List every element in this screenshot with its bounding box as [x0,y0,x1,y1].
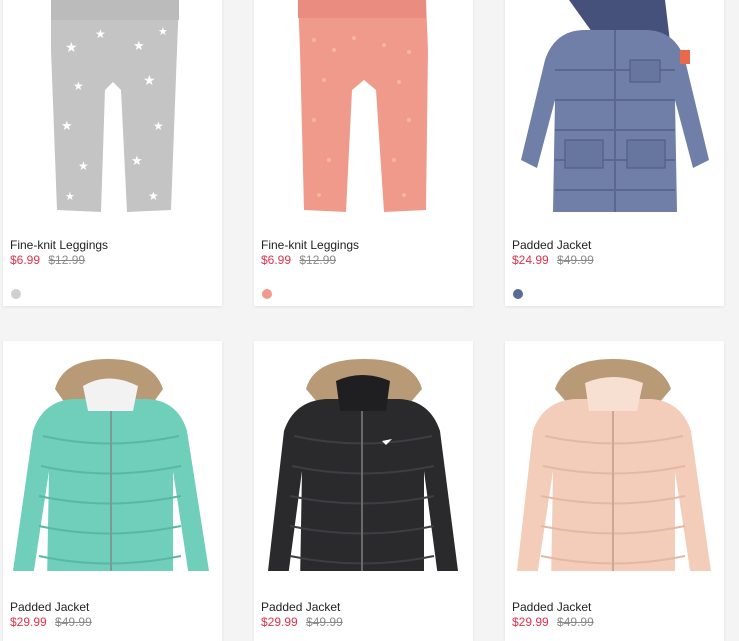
original-price: $12.99 [299,253,337,267]
svg-text:★: ★ [148,189,159,203]
original-price: $49.99 [306,615,343,629]
product-image[interactable] [254,0,473,220]
svg-text:★: ★ [95,27,106,41]
price-row: $29.99 $49.99 [512,615,594,629]
original-price: $49.99 [557,615,594,629]
product-name[interactable]: Fine-knit Leggings [261,238,359,252]
svg-text:★: ★ [61,119,73,134]
product-image[interactable] [505,341,724,571]
product-card[interactable]: Fine-knit Leggings $6.99 $12.99 [254,0,473,306]
svg-text:★: ★ [158,25,168,38]
sale-price: $6.99 [261,253,292,267]
price-row: $24.99 $49.99 [512,253,594,267]
sale-price: $29.99 [512,615,549,629]
original-price: $49.99 [557,253,594,267]
price-row: $6.99 $12.99 [261,253,336,267]
product-name[interactable]: Padded Jacket [512,238,591,252]
price-row: $29.99 $49.99 [261,615,343,629]
original-price: $49.99 [55,615,92,629]
color-swatch[interactable] [11,289,21,299]
svg-text:★: ★ [65,40,78,56]
sale-price: $6.99 [10,253,41,267]
product-card[interactable]: Padded Jacket $29.99 $49.99 [505,341,724,641]
product-image[interactable] [505,0,724,220]
svg-text:★: ★ [131,154,143,169]
product-card[interactable]: Padded Jacket $29.99 $49.99 [3,341,222,641]
svg-text:★: ★ [153,119,164,133]
original-price: $12.99 [48,253,86,267]
product-card[interactable]: ★ ★ ★ ★ ★ ★ ★ ★ ★ ★ ★ ★ Fine-knit Leggin… [3,0,222,306]
price-row: $6.99 $12.99 [10,253,85,267]
sale-price: $29.99 [10,615,47,629]
product-image[interactable]: ★ ★ ★ ★ ★ ★ ★ ★ ★ ★ ★ ★ [3,0,222,220]
price-row: $29.99 $49.99 [10,615,92,629]
svg-text:★: ★ [65,190,75,203]
color-swatch[interactable] [262,289,272,299]
sale-price: $24.99 [512,253,549,267]
product-card[interactable]: Padded Jacket $29.99 $49.99 [254,341,473,641]
sale-price: $29.99 [261,615,298,629]
product-name[interactable]: Padded Jacket [512,600,591,614]
color-swatch[interactable] [513,289,523,299]
product-name[interactable]: Fine-knit Leggings [10,238,108,252]
product-card[interactable]: Padded Jacket $24.99 $49.99 [505,0,724,306]
product-name[interactable]: Padded Jacket [261,600,340,614]
product-image[interactable] [3,341,222,571]
svg-text:★: ★ [143,73,156,89]
svg-text:★: ★ [78,159,89,173]
product-image[interactable] [254,341,473,571]
svg-text:★: ★ [133,39,145,54]
product-name[interactable]: Padded Jacket [10,600,89,614]
svg-text:★: ★ [73,79,84,93]
